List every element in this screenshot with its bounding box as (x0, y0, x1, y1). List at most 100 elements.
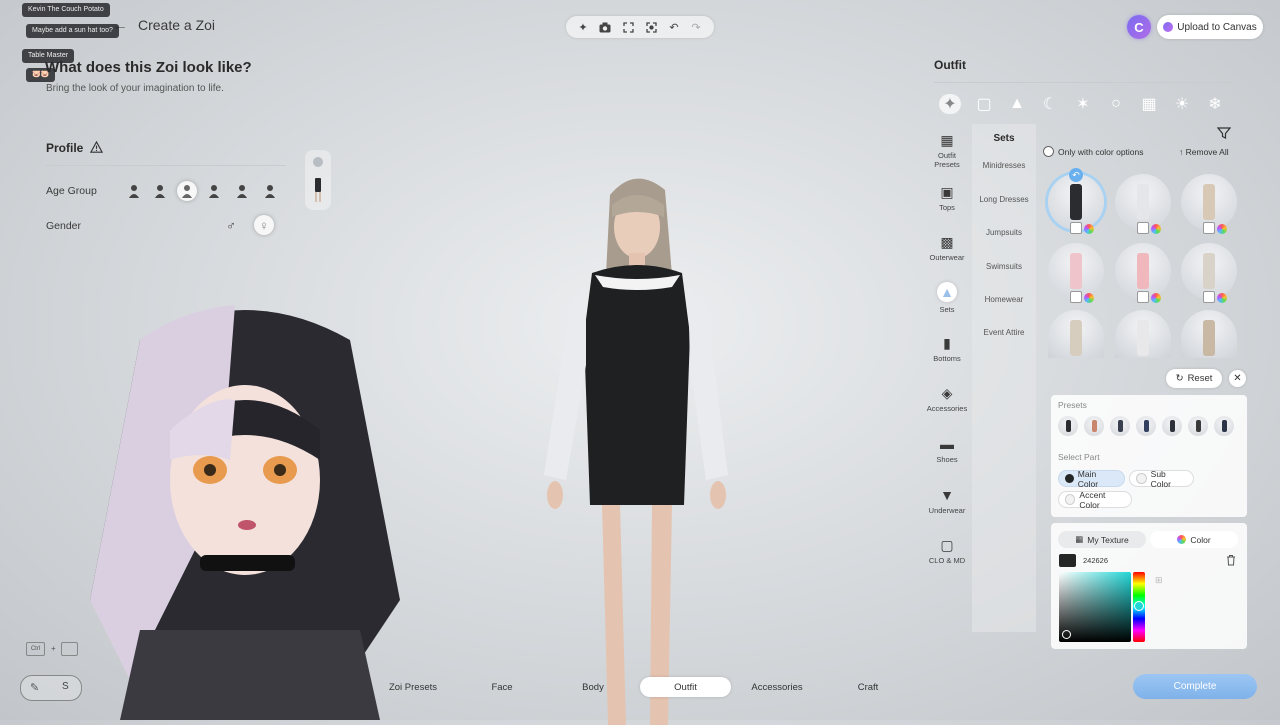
filter-graduation-icon[interactable]: ▲ (1006, 94, 1028, 114)
dress-thumbnail (1137, 184, 1149, 220)
category-outfit-presets[interactable]: ▦ Outfit Presets (925, 132, 969, 169)
nav-body[interactable]: Body (563, 677, 623, 697)
filter-all-icon[interactable]: ✦ (939, 94, 961, 114)
category-clo-md[interactable]: ▢ CLO & MD (925, 537, 969, 565)
age-elder-icon[interactable] (260, 181, 280, 201)
filter-gift-icon[interactable]: ▢ (973, 94, 995, 114)
redo-icon[interactable]: ↷ (688, 19, 704, 35)
outfit-item[interactable] (1048, 310, 1104, 358)
complete-button[interactable]: Complete (1133, 674, 1257, 699)
remove-all-button[interactable]: ↑ Remove All (1179, 147, 1229, 157)
warning-icon[interactable] (90, 141, 103, 154)
category-tops[interactable]: ▣ Tops (925, 184, 969, 212)
nav-accessories[interactable]: Accessories (742, 677, 812, 697)
profile-title: Profile (46, 141, 84, 155)
preset-swatch[interactable] (1058, 416, 1078, 436)
main-color-option[interactable]: Main Color (1058, 469, 1125, 489)
camera-icon[interactable] (597, 19, 613, 35)
accent-color-option[interactable]: Accent Color (1058, 490, 1132, 510)
outfit-item[interactable] (1115, 310, 1171, 358)
preset-swatch[interactable] (1084, 416, 1104, 436)
preset-swatch[interactable] (1110, 416, 1130, 436)
outfit-item[interactable] (1181, 243, 1237, 303)
outfit-item[interactable] (1048, 174, 1104, 234)
nav-craft[interactable]: Craft (838, 677, 898, 697)
page-title: Create a Zoi (138, 17, 216, 33)
age-adult-icon[interactable] (232, 181, 252, 201)
reset-button[interactable]: ↻ Reset (1166, 369, 1222, 388)
category-accessories[interactable]: ◈ Accessories (925, 385, 969, 413)
outfit-item[interactable] (1181, 174, 1237, 234)
revert-icon[interactable]: ↶ (1069, 168, 1083, 182)
category-sets[interactable]: ▲ Sets (925, 282, 969, 314)
only-color-options-toggle[interactable]: Only with color options (1043, 146, 1144, 157)
category-shoes[interactable]: ▬ Shoes (925, 436, 969, 464)
clo-icon: ▢ (940, 537, 954, 553)
color-options-icon (1151, 224, 1161, 234)
preset-swatch[interactable] (1188, 416, 1208, 436)
color-tab[interactable]: Color (1150, 531, 1238, 548)
subcategory-swimsuits[interactable]: Swimsuits (972, 262, 1036, 271)
filter-sun-icon[interactable]: ☀ (1171, 94, 1193, 114)
canvas-logo-icon[interactable]: C (1127, 15, 1151, 39)
sub-color-option[interactable]: Sub Color (1129, 469, 1194, 489)
outfit-presets-icon: ▦ (940, 132, 954, 148)
age-child-icon[interactable] (150, 181, 170, 201)
age-young-adult-icon[interactable] (204, 181, 224, 201)
outfit-item[interactable] (1115, 174, 1171, 234)
close-icon[interactable]: ✕ (1229, 370, 1246, 387)
nav-zoi-presets[interactable]: Zoi Presets (378, 677, 448, 697)
subcategory-homewear[interactable]: Homewear (972, 295, 1036, 304)
picker-handle[interactable] (1062, 630, 1071, 639)
nav-face[interactable]: Face (472, 677, 532, 697)
outfit-item[interactable] (1115, 243, 1171, 303)
radio-button[interactable] (1043, 146, 1054, 157)
preset-swatch[interactable] (1214, 416, 1234, 436)
divider (46, 165, 286, 166)
filter-party-icon[interactable]: ✶ (1072, 94, 1094, 114)
age-teen-icon[interactable] (177, 181, 197, 201)
mini-preview-thumbnail (305, 150, 331, 210)
fullscreen-icon[interactable] (620, 19, 636, 35)
subcategory-jumpsuits[interactable]: Jumpsuits (972, 228, 1036, 237)
reset-icon: ↻ (1175, 373, 1184, 384)
filter-snow-icon[interactable]: ❄ (1204, 94, 1226, 114)
focus-icon[interactable] (643, 19, 659, 35)
texture-badge-icon (1137, 291, 1149, 303)
upload-to-canvas-button[interactable]: Upload to Canvas (1157, 15, 1263, 39)
pants-icon: ▮ (943, 335, 951, 351)
preset-swatch[interactable] (1136, 416, 1156, 436)
hue-handle[interactable] (1134, 601, 1144, 611)
undo-icon[interactable]: ↶ (666, 19, 682, 35)
add-swatch-icon[interactable]: ⊞ (1155, 575, 1163, 586)
my-texture-tab[interactable]: ▦ My Texture (1058, 531, 1146, 548)
dress-thumbnail (1203, 320, 1215, 356)
filter-moon-icon[interactable]: ☾ (1039, 94, 1061, 114)
trash-icon[interactable] (1225, 554, 1237, 566)
color-options-icon (1217, 293, 1227, 303)
category-bottoms[interactable]: ▮ Bottoms (925, 335, 969, 363)
age-infant-icon[interactable] (124, 181, 144, 201)
subcategory-event-attire[interactable]: Event Attire (972, 328, 1036, 337)
outfit-item[interactable] (1048, 243, 1104, 303)
color-wheel-icon (1177, 535, 1187, 544)
category-outerwear[interactable]: ▩ Outerwear (925, 234, 969, 262)
hex-input[interactable]: 242626 (1083, 556, 1108, 565)
preset-swatch[interactable] (1162, 416, 1182, 436)
sparkle-icon[interactable]: ✦ (575, 19, 591, 35)
tshirt-icon: ▣ (940, 184, 954, 200)
female-icon[interactable]: ♀ (254, 215, 274, 235)
nav-outfit[interactable]: Outfit (640, 677, 731, 697)
dress-thumbnail (1070, 184, 1082, 220)
category-underwear[interactable]: ▼ Underwear (925, 487, 969, 515)
texture-badge-icon (1203, 291, 1215, 303)
filter-sport-icon[interactable]: ○ (1105, 94, 1127, 114)
subcategory-minidresses[interactable]: Minidresses (972, 161, 1036, 170)
funnel-filter-icon[interactable] (1217, 126, 1231, 140)
filter-building-icon[interactable]: ▦ (1138, 94, 1160, 114)
subcategory-long-dresses[interactable]: Long Dresses (972, 195, 1036, 204)
zoi-character-model[interactable] (540, 165, 740, 725)
male-icon[interactable]: ♂ (221, 215, 241, 235)
subcategory-header: Sets (993, 133, 1015, 144)
outfit-item[interactable] (1181, 310, 1237, 358)
